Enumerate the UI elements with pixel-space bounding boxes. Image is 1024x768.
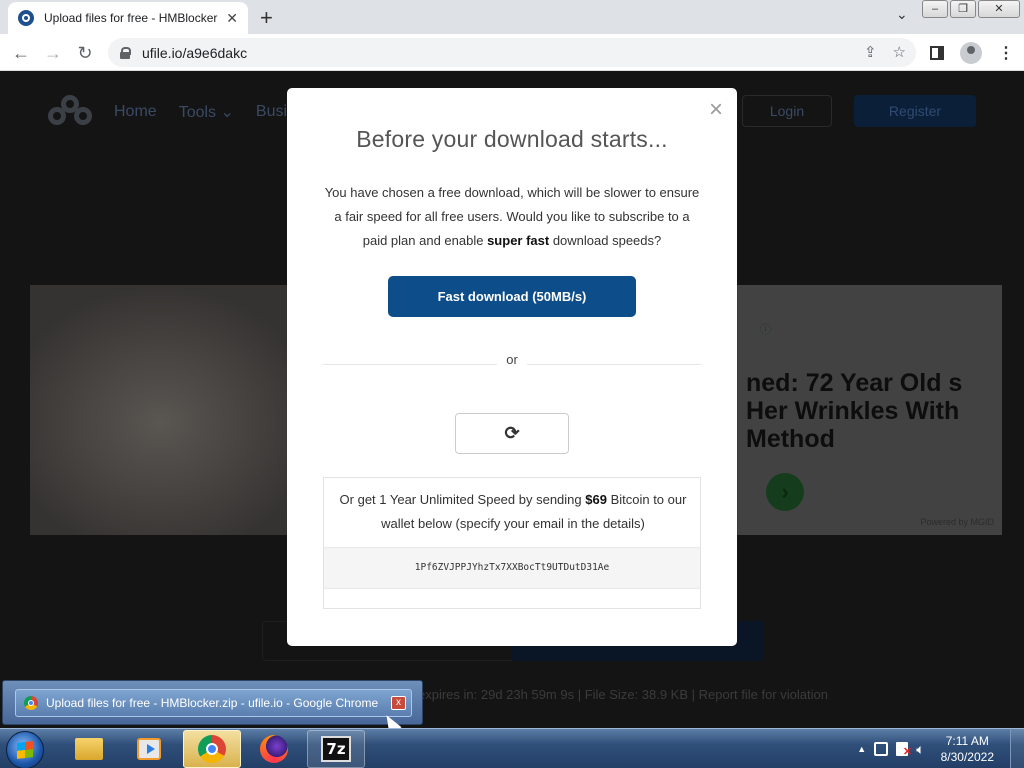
nav-tools[interactable]: Tools ⌄ [179,102,234,122]
tab-active[interactable]: Upload files for free - HMBlocker ✕ [8,2,248,34]
taskbar-preview-title: Upload files for free - HMBlocker.zip - … [46,696,379,710]
side-panel-icon[interactable] [930,46,944,60]
address-bar[interactable]: ufile.io/a9e6dakc ⇪ ☆ [108,38,916,67]
download-modal: × Before your download starts... You hav… [287,88,737,646]
restore-button[interactable]: ❐ [950,0,976,18]
back-icon[interactable]: ← [8,40,34,66]
file-meta: expires in: 29d 23h 59m 9s | File Size: … [418,687,828,702]
forward-icon[interactable]: → [40,40,66,66]
folder-icon [75,738,103,760]
or-label: or [497,352,527,370]
taskbar-media-player[interactable] [120,730,178,768]
fast-download-button[interactable]: Fast download (50MB/s) [388,276,636,317]
bitcoin-price: $69 [585,492,607,507]
preview-close-icon[interactable]: x [391,696,406,710]
tab-bar: Upload files for free - HMBlocker ✕ + ⌄ … [0,0,1024,34]
share-icon[interactable]: ⇪ [864,38,877,67]
7zip-icon: 7z [321,736,351,762]
taskbar: 7z ▲ ✕ 🔈︎ 7:11 AM 8/30/2022 [0,728,1024,768]
browser-toolbar: ← → ↻ ufile.io/a9e6dakc ⇪ ☆ ⋮ [0,34,1024,71]
taskbar-firefox[interactable] [245,730,303,768]
bitcoin-text-start: Or get 1 Year Unlimited Speed by sending [339,492,586,507]
clock-date: 8/30/2022 [940,750,994,764]
action-center-icon[interactable]: ✕ [896,742,912,758]
ad-headline[interactable]: ned: 72 Year Old s Her Wrinkles With Met… [746,369,1006,453]
show-hidden-icons-icon[interactable]: ▲ [857,744,866,754]
bitcoin-wallet-address[interactable]: 1Pf6ZVJPPJYhzTx7XXBocTt9UTDutD31Ae [324,547,700,589]
site-nav: Home Tools ⌄ Busine [48,95,305,129]
loading-spinner-icon: ⟳ [504,423,520,443]
taskbar-preview[interactable]: Upload files for free - HMBlocker.zip - … [2,680,423,725]
clock-time: 7:11 AM [945,734,989,748]
modal-description-bold: super fast [487,233,550,248]
taskbar-7zip[interactable]: 7z [307,730,365,768]
kebab-menu-icon[interactable]: ⋮ [998,43,1014,63]
ad-image [30,285,320,535]
ad-text-panel: ⓘ ned: 72 Year Old s Her Wrinkles With M… [738,285,1002,535]
bookmark-star-icon[interactable]: ☆ [893,38,906,67]
tab-search-button[interactable]: ⌄ [896,6,908,23]
firefox-icon [260,735,288,763]
media-player-icon [137,738,161,760]
ufile-logo-icon [48,95,92,129]
network-icon[interactable] [874,742,889,756]
taskbar-chrome[interactable] [183,730,241,768]
tab-title: Upload files for free - HMBlocker [44,11,218,25]
ufile-favicon-icon [18,10,34,26]
reload-icon[interactable]: ↻ [72,40,98,66]
bitcoin-offer-text: Or get 1 Year Unlimited Speed by sending… [334,488,692,536]
url-text: ufile.io/a9e6dakc [142,44,248,61]
window-controls: – ❐ ✕ [922,0,1020,18]
volume-icon[interactable]: 🔈︎ [916,741,924,758]
new-tab-button[interactable]: + [260,5,273,31]
nav-home[interactable]: Home [114,103,157,121]
action-center-alert-icon: ✕ [902,746,913,758]
start-button-icon[interactable] [6,731,44,768]
clock[interactable]: 7:11 AM 8/30/2022 [941,733,994,765]
register-button[interactable]: Register [854,95,976,127]
modal-title: Before your download starts... [356,126,668,152]
taskbar-explorer[interactable] [60,730,118,768]
close-icon[interactable]: × [709,98,723,122]
taskbar-preview-item[interactable]: Upload files for free - HMBlocker.zip - … [15,689,412,717]
chrome-icon [198,735,226,763]
ad-credit: Powered by MGID [920,517,994,527]
minimize-button[interactable]: – [922,0,948,18]
close-window-button[interactable]: ✕ [978,0,1020,18]
modal-description-end: download speeds? [549,233,662,248]
login-button[interactable]: Login [742,95,832,127]
bitcoin-offer: Or get 1 Year Unlimited Speed by sending… [323,477,701,609]
slow-download-button[interactable]: ⟳ [455,413,569,454]
tab-close-icon[interactable]: ✕ [226,10,238,27]
chrome-icon [24,696,38,710]
profile-avatar-icon[interactable] [960,42,982,64]
ad-arrow-icon[interactable]: › [766,473,804,511]
lock-icon[interactable] [120,46,131,59]
ad-info-icon: ⓘ [760,324,771,336]
system-tray: ▲ ✕ 🔈︎ 7:11 AM 8/30/2022 [857,729,1024,768]
modal-description: You have chosen a free download, which w… [321,181,703,253]
show-desktop-button[interactable] [1010,729,1024,768]
